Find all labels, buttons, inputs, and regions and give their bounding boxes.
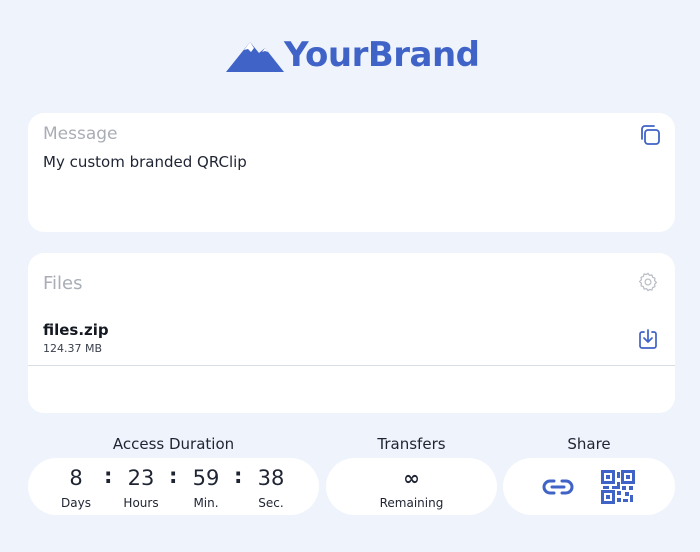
- transfers-panel: ∞ Remaining: [326, 458, 497, 515]
- files-card: Files files.zip 124.37 MB: [28, 253, 675, 413]
- days-value: 8: [69, 466, 83, 490]
- qr-code-icon[interactable]: [601, 470, 635, 504]
- gear-icon[interactable]: [637, 271, 659, 293]
- brand-name: YourBrand: [284, 35, 480, 75]
- message-text[interactable]: My custom branded QRClip: [43, 153, 247, 171]
- access-duration-title: Access Duration: [112, 435, 235, 453]
- transfers-remaining-label: Remaining: [379, 496, 444, 510]
- mountain-logo-icon: [226, 42, 284, 72]
- brand-logo: YourBrand: [226, 36, 480, 74]
- share-title: Share: [567, 435, 611, 453]
- link-icon[interactable]: [541, 476, 575, 498]
- file-row[interactable]: files.zip 124.37 MB: [28, 313, 675, 366]
- file-size: 124.37 MB: [43, 342, 103, 355]
- copy-icon[interactable]: [639, 124, 661, 146]
- message-card: Message My custom branded QRClip: [28, 113, 675, 232]
- transfers-title: Transfers: [377, 435, 446, 453]
- minutes-label: Min.: [193, 496, 219, 510]
- seconds-value: 38: [257, 466, 285, 490]
- days-label: Days: [61, 496, 91, 510]
- files-label: Files: [43, 273, 83, 294]
- transfers-infinity-value: ∞: [403, 466, 420, 490]
- download-icon[interactable]: [638, 328, 658, 350]
- seconds-label: Sec.: [258, 496, 284, 510]
- message-label: Message: [43, 124, 118, 144]
- minutes-value: 59: [192, 466, 220, 490]
- share-panel: [503, 458, 675, 515]
- hours-label: Hours: [123, 496, 159, 510]
- hours-value: 23: [127, 466, 155, 490]
- file-name: files.zip: [43, 321, 109, 339]
- access-duration-panel: 8 Days : 23 Hours : 59 Min. : 38 Sec.: [28, 458, 319, 515]
